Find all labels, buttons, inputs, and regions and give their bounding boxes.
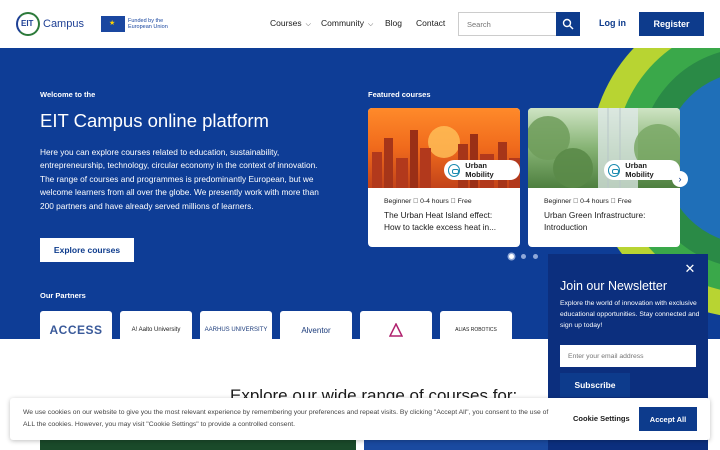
nav-community[interactable]: Community ⌵ — [321, 18, 373, 29]
eit-logo-icon: EIT — [16, 12, 40, 36]
site-header: EIT Campus Funded by the European Union … — [0, 0, 720, 48]
eu-funding-badge: Funded by the European Union — [101, 16, 178, 32]
email-field[interactable] — [560, 345, 696, 367]
welcome-text: Welcome to the — [40, 90, 96, 99]
partner-name: A! Aalto University — [131, 327, 181, 333]
cookie-settings-button[interactable]: Cookie Settings — [573, 414, 630, 423]
course-card[interactable]: Urban Mobility Beginner ⃝ 0-4 hours ⃝ Fr… — [528, 108, 680, 247]
course-card[interactable]: Urban Mobility Beginner ⃝ 0-4 hours ⃝ Fr… — [368, 108, 520, 247]
category-badge-label: Urban Mobility — [625, 161, 654, 179]
close-icon[interactable]: ✕ — [684, 262, 696, 275]
partner-logo-aarhus[interactable]: AARHUS UNIVERSITY — [200, 311, 272, 339]
newsletter-title: Join our Newsletter — [560, 279, 667, 293]
featured-courses-title: Featured courses — [368, 90, 431, 99]
chevron-down-icon: ⌵ — [305, 21, 311, 28]
page-title: EIT Campus online platform — [40, 110, 269, 131]
logo-text: Campus — [43, 18, 84, 30]
partner-name: ACCESS — [49, 323, 103, 337]
urban-mobility-icon — [448, 163, 461, 177]
explore-courses-button[interactable]: Explore courses — [40, 238, 134, 262]
login-link[interactable]: Log in — [599, 18, 626, 28]
category-badge-label: Urban Mobility — [465, 161, 494, 179]
cookie-text: We use cookies on our website to give yo… — [23, 409, 549, 428]
nav-contact[interactable]: Contact — [416, 18, 445, 28]
accept-all-button[interactable]: Accept All — [639, 407, 697, 431]
category-tile[interactable] — [40, 440, 356, 450]
hero-description: Here you can explore courses related to … — [40, 147, 319, 211]
partner-name: Alventor — [301, 325, 331, 335]
partner-logo-alias-robotics[interactable]: ALIAS ROBOTICS — [440, 311, 512, 339]
logo-mark-text: EIT — [21, 19, 34, 28]
partner-name: ALIAS ROBOTICS — [455, 327, 497, 333]
partner-name: AARHUS UNIVERSITY — [204, 327, 268, 333]
carousel-dot[interactable] — [509, 254, 514, 259]
subscribe-button[interactable]: Subscribe — [560, 373, 630, 397]
eu-flag-icon — [101, 16, 125, 32]
carousel-dot[interactable] — [521, 254, 526, 259]
chevron-right-icon: › — [678, 174, 682, 184]
partner-logo-alventor[interactable]: Alventor — [280, 311, 352, 339]
course-image: Urban Mobility — [368, 108, 520, 188]
category-badge: Urban Mobility — [604, 160, 680, 180]
search-button[interactable] — [556, 12, 580, 36]
partners-title: Our Partners — [40, 291, 86, 300]
search-input[interactable] — [459, 13, 556, 35]
chevron-down-icon: ⌵ — [367, 21, 374, 28]
newsletter-description: Explore the world of innovation with exc… — [560, 300, 700, 329]
course-image: Urban Mobility — [528, 108, 680, 188]
search-box — [458, 12, 580, 36]
eit-campus-logo[interactable]: EIT Campus — [16, 12, 84, 36]
nav-community-label: Community — [321, 18, 364, 28]
carousel-next-button[interactable]: › — [672, 171, 688, 187]
carousel-dots — [509, 254, 545, 259]
search-icon — [562, 18, 574, 30]
cookie-banner: We use cookies on our website to give yo… — [10, 398, 710, 440]
partner-logo-icon — [389, 323, 403, 337]
partner-logo[interactable] — [360, 311, 432, 339]
urban-mobility-icon — [608, 163, 621, 177]
nav-contact-label: Contact — [416, 18, 446, 28]
course-meta: Beginner ⃝ 0-4 hours ⃝ Free — [544, 198, 632, 205]
category-badge: Urban Mobility — [444, 160, 520, 180]
nav-blog-label: Blog — [385, 18, 403, 28]
course-meta: Beginner ⃝ 0-4 hours ⃝ Free — [384, 198, 472, 205]
partner-logo-aalto[interactable]: A! Aalto University — [120, 311, 192, 339]
nav-courses[interactable]: Courses ⌵ — [270, 18, 311, 29]
course-title: Urban Green Infrastructure: Introduction — [544, 210, 646, 232]
course-title: The Urban Heat Island effect: How to tac… — [384, 210, 497, 232]
eu-funding-text: Funded by the European Union — [128, 17, 168, 31]
register-button[interactable]: Register — [639, 12, 704, 36]
nav-courses-label: Courses — [270, 18, 302, 28]
partner-logo-access[interactable]: ACCESS — [40, 311, 112, 339]
nav-blog[interactable]: Blog — [385, 18, 402, 28]
carousel-dot[interactable] — [533, 254, 538, 259]
